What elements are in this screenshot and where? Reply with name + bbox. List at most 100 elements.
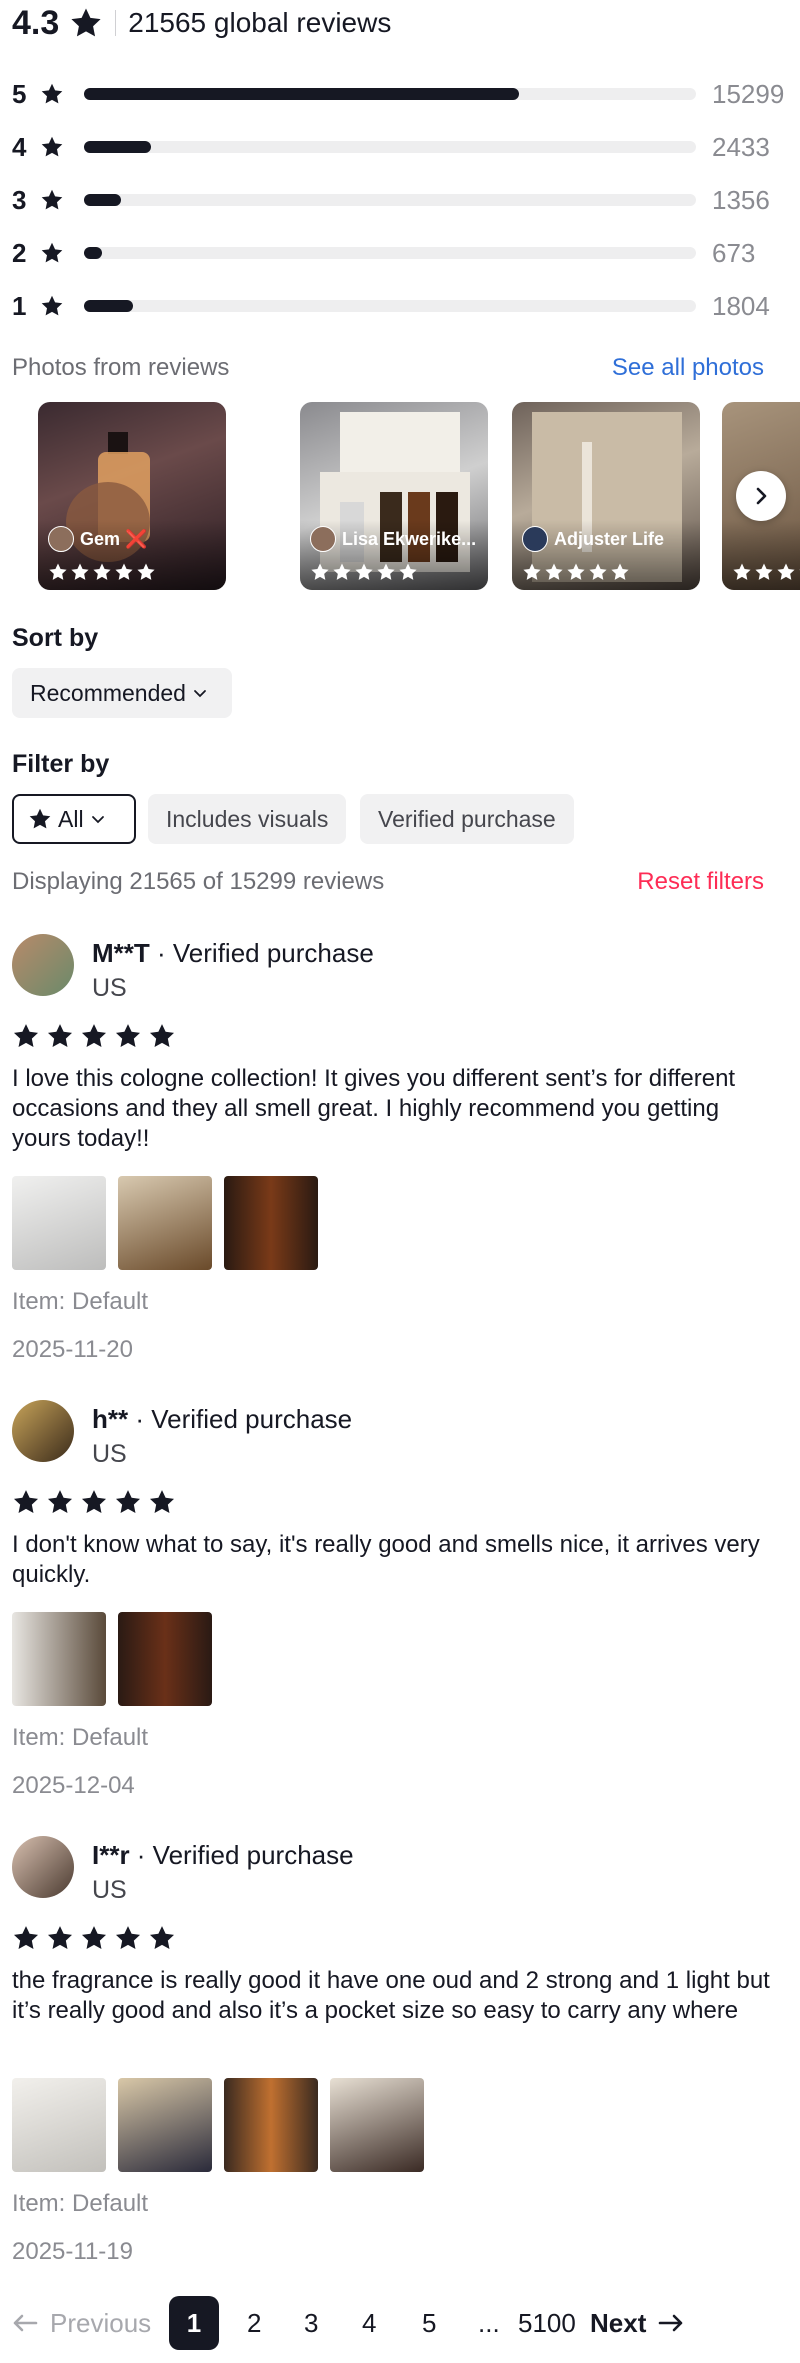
star-level: 5	[12, 78, 27, 109]
histogram-row-3[interactable]: 3 1356	[12, 185, 788, 215]
histogram-count: 1356	[712, 184, 770, 215]
page-button-last[interactable]: 5100	[518, 2296, 576, 2350]
review-card: M**T · Verified purchase US I love this …	[12, 934, 788, 1374]
pagination: Previous 1 2 3 4 5 ... 5100 Next	[12, 2296, 788, 2350]
avatar	[12, 934, 74, 996]
histogram-bar-fill	[84, 88, 519, 100]
verified-badge: · Verified purchase	[149, 938, 374, 968]
star-icon	[12, 1924, 40, 1952]
review-images	[12, 1612, 224, 1706]
histogram-bar-fill	[84, 194, 121, 206]
star-icon	[46, 1488, 74, 1516]
page-button-5[interactable]: 5	[422, 2296, 436, 2350]
star-icon	[544, 562, 564, 582]
reviewer-country: US	[92, 1440, 127, 1468]
see-all-photos-link[interactable]: See all photos	[612, 354, 764, 382]
page-button-1[interactable]: 1	[169, 2296, 219, 2350]
histogram-row-5[interactable]: 5 15299	[12, 79, 788, 109]
review-photos-carousel: Gem ❌ Lisa Ekwerike... Adjuster Life	[0, 402, 800, 590]
histogram-bar-fill	[84, 300, 133, 312]
star-icon	[522, 562, 542, 582]
histogram-bar-fill	[84, 247, 103, 259]
star-icon	[148, 1488, 176, 1516]
global-reviews-count: 21565 global reviews	[128, 7, 392, 38]
review-card: h** · Verified purchase US I don't know …	[12, 1400, 788, 1810]
star-icon	[114, 1488, 142, 1516]
review-image[interactable]	[118, 2078, 212, 2172]
page-button-4[interactable]: 4	[362, 2296, 376, 2350]
avatar	[12, 1836, 74, 1898]
avatar	[310, 526, 336, 552]
star-icon	[610, 562, 630, 582]
star-level: 3	[12, 184, 27, 215]
reset-filters-link[interactable]: Reset filters	[637, 868, 764, 896]
review-image[interactable]	[118, 1612, 212, 1706]
filter-verified-purchase[interactable]: Verified purchase	[360, 794, 574, 844]
histogram-row-1[interactable]: 1 1804	[12, 291, 788, 321]
review-image[interactable]	[224, 2078, 318, 2172]
histogram-bar-track	[84, 194, 696, 206]
filter-includes-visuals[interactable]: Includes visuals	[148, 794, 347, 844]
review-text: the fragrance is really good it have one…	[12, 1967, 770, 2024]
next-page-button[interactable]: Next	[590, 2296, 684, 2350]
star-icon	[40, 135, 64, 159]
review-image[interactable]	[12, 2078, 106, 2172]
reviewer-line: I**r · Verified purchase	[92, 1840, 354, 1871]
avatar	[522, 526, 548, 552]
carousel-next-button[interactable]	[736, 471, 786, 521]
reviewer-line: M**T · Verified purchase	[92, 938, 374, 969]
star-icon	[376, 562, 396, 582]
photo-user-name: Adjuster Life	[554, 528, 665, 549]
filter-all-label: All	[58, 805, 84, 832]
star-icon	[332, 562, 352, 582]
star-icon	[354, 562, 374, 582]
displaying-count: Displaying 21565 of 15299 reviews	[12, 868, 385, 895]
chevron-down-icon	[91, 816, 104, 824]
sort-dropdown[interactable]: Recommended	[12, 668, 232, 718]
reviewer-name: M**T	[92, 938, 150, 968]
review-item-variant: Item: Default	[12, 1724, 149, 1751]
review-date: 2025-11-20	[12, 1336, 133, 1363]
histogram-row-4[interactable]: 4 2433	[12, 132, 788, 162]
reviewer-name: h**	[92, 1404, 129, 1434]
star-icon	[80, 1488, 108, 1516]
review-image[interactable]	[12, 1176, 106, 1270]
star-icon	[69, 6, 103, 40]
photo-rating	[522, 562, 632, 582]
filter-all-dropdown[interactable]: All	[12, 794, 136, 844]
photo-rating	[48, 562, 158, 582]
star-icon	[566, 562, 586, 582]
review-photo[interactable]: Adjuster Life	[512, 402, 700, 590]
star-icon	[310, 562, 330, 582]
page-button-2[interactable]: 2	[247, 2296, 261, 2350]
star-icon	[148, 1924, 176, 1952]
star-icon	[754, 562, 774, 582]
review-image[interactable]	[118, 1176, 212, 1270]
displaying-row: Displaying 21565 of 15299 reviews Reset …	[12, 868, 764, 896]
average-rating: 4.3	[12, 3, 60, 42]
photos-title: Photos from reviews	[12, 354, 230, 381]
page-button-3[interactable]: 3	[304, 2296, 318, 2350]
review-image[interactable]	[12, 1612, 106, 1706]
star-icon	[40, 82, 64, 106]
review-photo[interactable]: Gem ❌	[38, 402, 226, 590]
histogram-row-2[interactable]: 2 673	[12, 238, 788, 268]
star-icon	[80, 1022, 108, 1050]
arrow-right-icon	[659, 2314, 683, 2332]
arrow-left-icon	[13, 2314, 38, 2332]
review-image[interactable]	[330, 2078, 424, 2172]
review-text: I don't know what to say, it's really go…	[12, 1531, 760, 1588]
star-icon	[92, 562, 112, 582]
previous-label: Previous	[50, 2307, 152, 2338]
photos-header: Photos from reviews See all photos	[12, 354, 764, 382]
review-photo[interactable]: Lisa Ekwerike...	[300, 402, 488, 590]
filter-label: Filter by	[12, 750, 110, 778]
previous-page-button[interactable]: Previous	[12, 2296, 151, 2350]
verified-badge: · Verified purchase	[128, 1404, 353, 1434]
chevron-right-icon	[756, 487, 767, 505]
review-image[interactable]	[224, 1176, 318, 1270]
review-date: 2025-11-19	[12, 2238, 133, 2265]
divider	[115, 10, 117, 36]
star-icon	[136, 562, 156, 582]
star-icon	[80, 1924, 108, 1952]
